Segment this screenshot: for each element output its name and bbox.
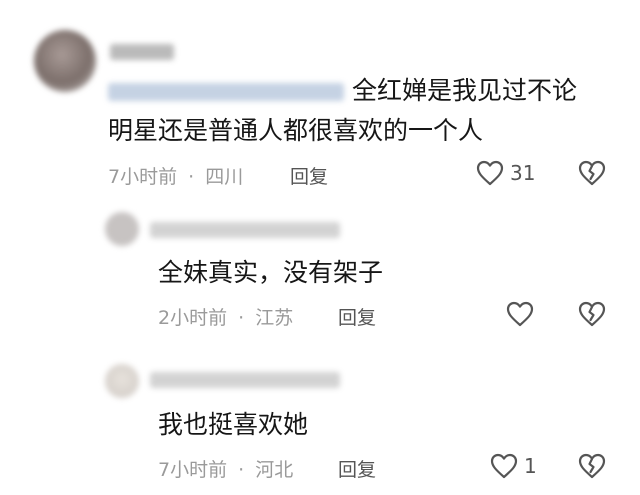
- heart-outline-icon: [490, 453, 518, 479]
- reply-button[interactable]: 回复: [290, 162, 328, 189]
- dislike-button[interactable]: [578, 453, 606, 479]
- reply-button[interactable]: 回复: [338, 455, 376, 482]
- location: 四川: [205, 166, 244, 188]
- dislike-button[interactable]: [578, 301, 606, 327]
- username[interactable]: [110, 44, 174, 60]
- broken-heart-icon: [578, 453, 606, 479]
- avatar[interactable]: [34, 30, 96, 92]
- reply-target-blurred: [108, 83, 344, 101]
- comment-text: 我也挺喜欢她: [158, 410, 309, 439]
- broken-heart-icon: [578, 160, 606, 186]
- heart-outline-icon: [506, 301, 534, 327]
- like-button[interactable]: [490, 453, 518, 479]
- timestamp: 7小时前: [108, 166, 178, 188]
- dislike-button[interactable]: [578, 160, 606, 186]
- timestamp: 2小时前: [158, 307, 228, 329]
- heart-outline-icon: [476, 160, 504, 186]
- comment-meta: 7小时前 · 四川: [108, 162, 243, 189]
- like-button[interactable]: [476, 160, 504, 186]
- separator: ·: [238, 459, 245, 481]
- username[interactable]: [150, 222, 340, 238]
- username[interactable]: [150, 372, 340, 388]
- comment-text: 全红婵是我见过不论: [352, 76, 578, 105]
- like-button[interactable]: [506, 301, 534, 327]
- location: 江苏: [255, 307, 294, 329]
- avatar[interactable]: [105, 212, 139, 246]
- broken-heart-icon: [578, 301, 606, 327]
- comment-text-line2: 明星还是普通人都很喜欢的一个人: [108, 116, 484, 145]
- comment-meta: 7小时前 · 河北: [158, 455, 293, 482]
- separator: ·: [238, 307, 245, 329]
- avatar[interactable]: [105, 364, 139, 398]
- location: 河北: [255, 459, 294, 481]
- separator: ·: [188, 166, 195, 188]
- comment-text: 全妹真实，没有架子: [158, 258, 384, 287]
- like-count: 31: [510, 161, 536, 185]
- comment-meta: 2小时前 · 江苏: [158, 303, 293, 330]
- like-count: 1: [524, 454, 537, 478]
- timestamp: 7小时前: [158, 459, 228, 481]
- reply-button[interactable]: 回复: [338, 303, 376, 330]
